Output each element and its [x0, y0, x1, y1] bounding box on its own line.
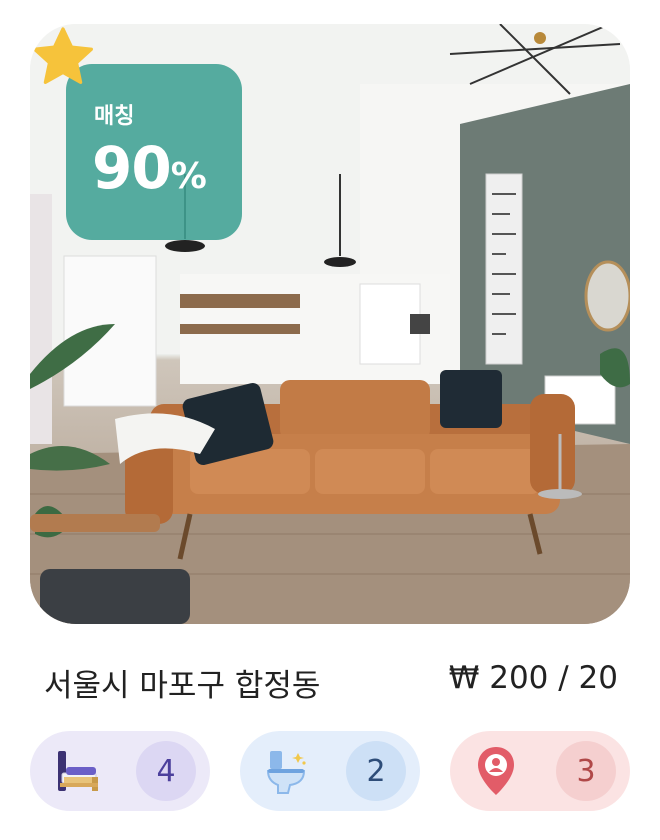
bed-icon	[58, 751, 98, 791]
toilet-icon	[266, 751, 306, 794]
listing-address: 서울시 마포구 합정동	[44, 668, 321, 704]
location-count-pill[interactable]: 3	[450, 731, 630, 811]
match-unit: %	[170, 156, 207, 197]
bathroom-count: 2	[346, 741, 406, 801]
match-label: 매칭	[94, 104, 135, 129]
location-pin-icon	[478, 747, 514, 795]
bedroom-count: 4	[136, 741, 196, 801]
bathroom-count-pill[interactable]: 2	[240, 731, 420, 811]
listing-card[interactable]: 매칭 90% 서울시 마포구 합정동 ₩ 200 / 20 4 2 3	[0, 0, 660, 840]
match-badge: 매칭 90%	[66, 64, 242, 240]
match-percentage: 90%	[92, 134, 207, 202]
match-value: 90	[92, 134, 172, 202]
location-count: 3	[556, 741, 616, 801]
listing-photo[interactable]: 매칭 90%	[30, 24, 630, 624]
listing-price: ₩ 200 / 20	[448, 660, 618, 696]
bedroom-count-pill[interactable]: 4	[30, 731, 210, 811]
star-icon[interactable]	[30, 24, 96, 90]
